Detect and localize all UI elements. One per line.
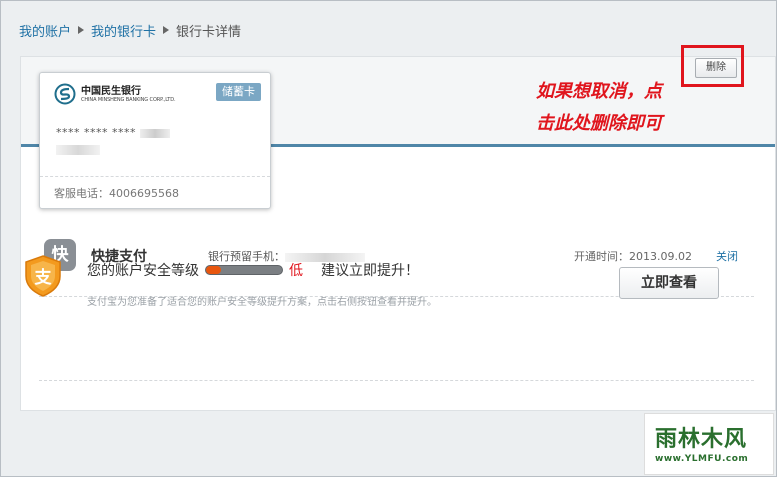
card-number-blurred bbox=[140, 128, 170, 138]
card-holder-blurred bbox=[56, 145, 100, 155]
card-type-badge: 储蓄卡 bbox=[216, 83, 261, 101]
security-level-suffix: 建议立即提升！ bbox=[321, 263, 419, 279]
card-number-masked: **** **** **** bbox=[56, 126, 140, 139]
quickpay-close-link[interactable]: 关闭 bbox=[716, 248, 738, 264]
bank-name-en: CHINA MINSHENG BANKING CORP.,LTD. bbox=[81, 96, 176, 103]
security-level-bar bbox=[205, 265, 283, 275]
breadcrumb: 我的账户 我的银行卡 银行卡详情 bbox=[19, 21, 242, 40]
minsheng-logo-icon bbox=[54, 83, 76, 105]
security-level-fill bbox=[206, 266, 222, 274]
bank-logo: 中国民生银行 CHINA MINSHENG BANKING CORP.,LTD. bbox=[54, 83, 176, 105]
divider bbox=[39, 380, 754, 381]
watermark-url: www.YLMFU.com bbox=[655, 454, 749, 464]
card-service-phone: 客服电话：4006695568 bbox=[54, 187, 179, 200]
watermark-title: 雨林木风 bbox=[655, 427, 748, 452]
breadcrumb-my-bank-cards[interactable]: 我的银行卡 bbox=[91, 21, 156, 40]
annotation-line-2: 击此处删除即可 bbox=[536, 113, 662, 134]
security-level: 您的账户安全等级 低 建议立即提升！ bbox=[87, 260, 419, 280]
security-shield-icon: 支 bbox=[25, 255, 61, 297]
card-detail-panel: 中国民生银行 CHINA MINSHENG BANKING CORP.,LTD.… bbox=[20, 56, 776, 411]
quickpay-opened-date: 开通时间：2013.09.02 bbox=[574, 250, 692, 263]
breadcrumb-current: 银行卡详情 bbox=[176, 24, 242, 40]
bank-card: 中国民生银行 CHINA MINSHENG BANKING CORP.,LTD.… bbox=[39, 72, 271, 209]
delete-button[interactable]: 删除 bbox=[695, 58, 737, 78]
security-icon-char: 支 bbox=[35, 267, 53, 288]
breadcrumb-separator-icon bbox=[78, 26, 85, 34]
breadcrumb-my-account[interactable]: 我的账户 bbox=[19, 21, 71, 40]
security-description: 支付宝为您准备了适合您的账户安全等级提升方案，点击右侧按钮查看并提升。 bbox=[87, 297, 437, 308]
card-number: **** **** **** bbox=[56, 126, 170, 139]
watermark-logo: 雨林木风 www.YLMFU.com bbox=[644, 413, 774, 475]
view-now-button[interactable]: 立即查看 bbox=[619, 267, 719, 299]
security-level-value: 低 bbox=[289, 263, 303, 279]
breadcrumb-separator-icon bbox=[163, 26, 170, 34]
security-level-prefix: 您的账户安全等级 bbox=[87, 263, 199, 279]
page-frame: 我的账户 我的银行卡 银行卡详情 中国民生银行 CHINA MINSHENG B… bbox=[0, 0, 777, 477]
card-divider bbox=[40, 176, 270, 177]
bank-name: 中国民生银行 bbox=[81, 85, 141, 97]
